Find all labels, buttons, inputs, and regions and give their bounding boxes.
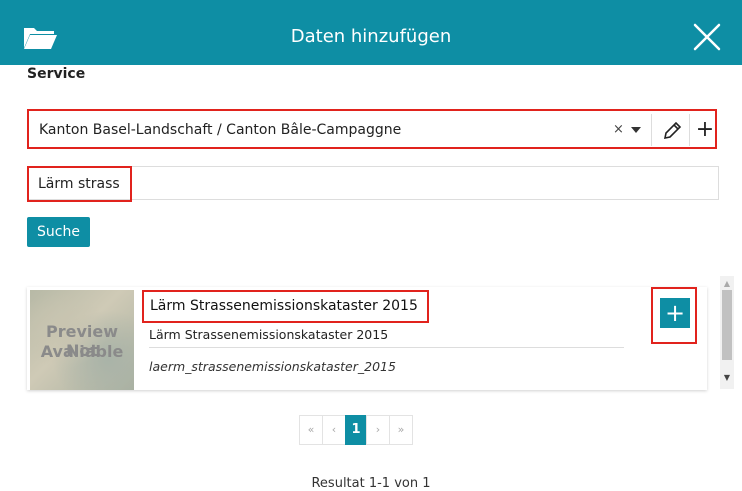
scrollbar-thumb[interactable] [722, 290, 732, 360]
pencil-icon[interactable] [656, 111, 686, 149]
chevron-down-icon[interactable] [631, 127, 641, 133]
divider [689, 114, 690, 146]
divider [149, 347, 624, 348]
first-page-button[interactable]: « [299, 415, 323, 445]
dialog-title: Daten hinzufügen [290, 26, 452, 47]
last-page-button[interactable]: » [389, 415, 413, 445]
search-button[interactable]: Suche [27, 217, 90, 247]
result-count: Resultat 1-1 von 1 [311, 476, 431, 491]
dialog-header: Daten hinzufügen [0, 0, 742, 65]
clear-selection-icon[interactable]: × [613, 111, 624, 149]
result-title: Lärm Strassenemissionskataster 2015 [150, 298, 418, 314]
result-item: Preview Not Avaliable Lärm Strassenemiss… [27, 287, 707, 390]
service-selected-value[interactable]: Kanton Basel-Landschaft / Canton Bâle-Ca… [39, 111, 401, 149]
scroll-up-icon[interactable]: ▲ [720, 279, 734, 288]
highlight-box: Lärm Strassenemissionskataster 2015 [142, 290, 429, 323]
result-layer-name: laerm_strassenemissionskataster_2015 [149, 359, 396, 374]
preview-text: Avaliable [40, 342, 124, 361]
prev-page-button[interactable]: ‹ [322, 415, 346, 445]
highlight-box [27, 166, 132, 202]
close-icon[interactable] [690, 20, 724, 54]
preview-thumbnail: Preview Not Avaliable [30, 290, 134, 390]
scroll-down-icon[interactable]: ▼ [720, 373, 734, 382]
result-description: Lärm Strassenemissionskataster 2015 [149, 327, 389, 342]
divider [651, 114, 652, 146]
current-page-button[interactable]: 1 [345, 415, 367, 445]
service-select[interactable]: Kanton Basel-Landschaft / Canton Bâle-Ca… [27, 109, 717, 149]
results-scrollbar[interactable]: ▲ ▼ [720, 276, 734, 389]
add-layer-button[interactable]: + [660, 298, 690, 328]
pagination: « ‹ 1 › » [299, 415, 413, 445]
service-label: Service [27, 66, 86, 82]
highlight-box: + [651, 287, 697, 344]
add-service-button[interactable]: + [694, 111, 716, 149]
next-page-button[interactable]: › [366, 415, 390, 445]
